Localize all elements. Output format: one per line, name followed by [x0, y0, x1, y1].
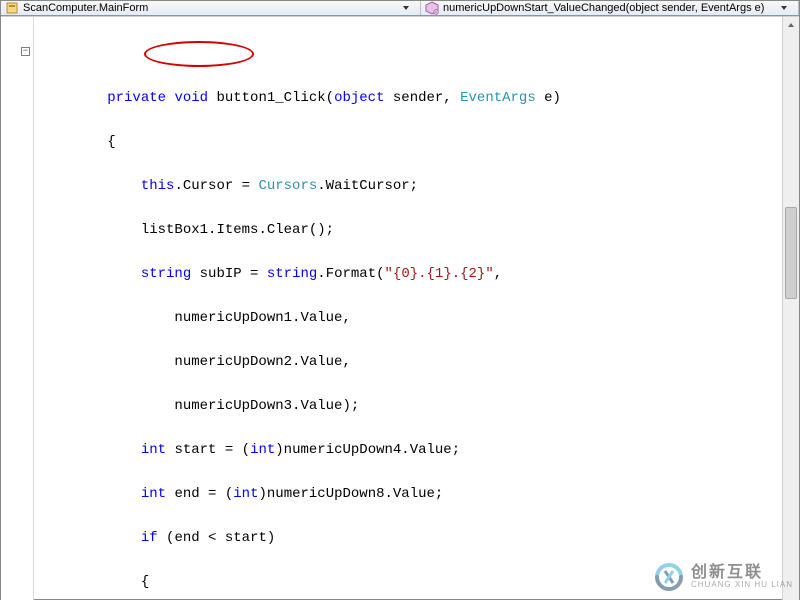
class-icon	[5, 1, 19, 15]
keyword: private	[107, 90, 166, 106]
class-navigator-label: ScanComputer.MainForm	[23, 2, 402, 14]
watermark: 创新互联 CHUANG XIN HU LIAN	[653, 561, 793, 593]
vertical-scrollbar[interactable]	[782, 17, 799, 600]
watermark-logo-icon	[653, 561, 685, 593]
method-icon	[425, 1, 439, 15]
scroll-up-arrow-icon[interactable]	[783, 17, 799, 33]
keyword: object	[334, 90, 384, 106]
type-name: EventArgs	[460, 90, 536, 106]
outline-gutter: −	[1, 17, 34, 600]
method-name: button1_Click	[216, 90, 325, 106]
navigation-bar: ScanComputer.MainForm numericUpDownStart…	[1, 1, 799, 16]
chevron-down-icon[interactable]	[780, 4, 794, 12]
scrollbar-thumb[interactable]	[785, 207, 797, 299]
outline-collapse-toggle[interactable]: −	[21, 47, 30, 56]
watermark-text-cn: 创新互联	[691, 564, 793, 582]
code-text[interactable]: private void button1_Click(object sender…	[34, 17, 782, 600]
member-navigator-dropdown[interactable]: numericUpDownStart_ValueChanged(object s…	[421, 1, 799, 15]
editor-window: ScanComputer.MainForm numericUpDownStart…	[0, 0, 800, 600]
code-editor[interactable]: − private void button1_Click(object send…	[1, 17, 799, 600]
watermark-text-pinyin: CHUANG XIN HU LIAN	[691, 581, 793, 590]
class-navigator-dropdown[interactable]: ScanComputer.MainForm	[1, 1, 421, 15]
keyword: void	[174, 90, 208, 106]
member-navigator-label: numericUpDownStart_ValueChanged(object s…	[443, 2, 780, 14]
chevron-down-icon[interactable]	[402, 4, 416, 12]
